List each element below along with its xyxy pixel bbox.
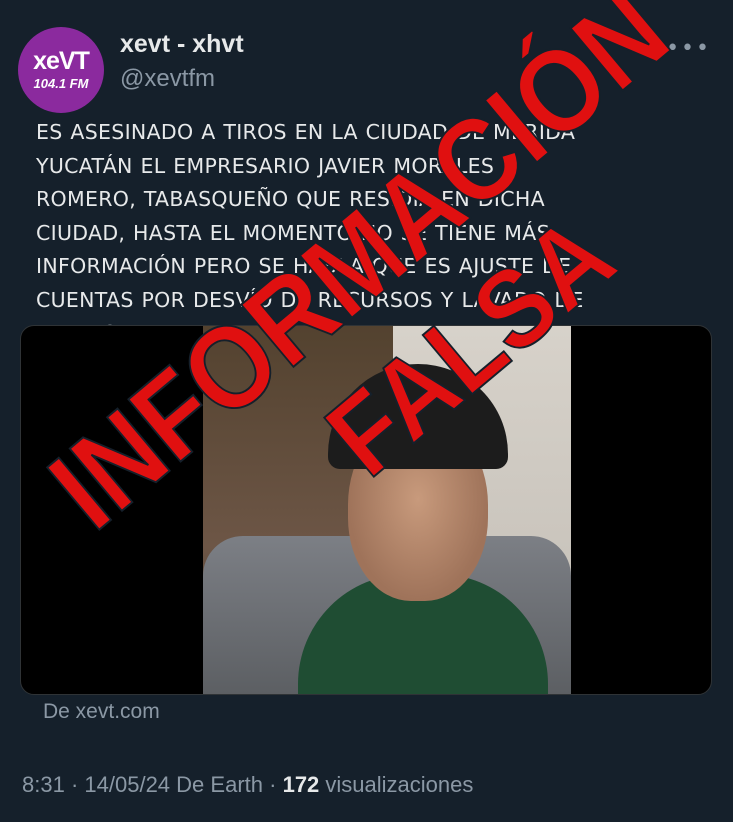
post-media[interactable]: [20, 325, 712, 695]
media-photo: [203, 326, 571, 694]
views-label: visualizaciones: [325, 772, 474, 797]
account-name[interactable]: xevt - xhvt: [120, 30, 244, 59]
post-time[interactable]: 8:31: [22, 772, 65, 797]
media-source-caption[interactable]: De xevt.com: [43, 700, 160, 724]
post-source: De Earth: [176, 772, 263, 797]
avatar-logo-frequency: 104.1 FM: [33, 76, 89, 91]
account-handle[interactable]: @xevtfm: [120, 65, 215, 93]
views-count: 172: [282, 772, 320, 797]
avatar-logo-main: xeVT: [33, 47, 90, 75]
post-date[interactable]: 14/05/24: [84, 772, 170, 797]
more-icon[interactable]: •••: [666, 36, 711, 61]
post-meta: 8:31 · 14/05/24 De Earth · 172 visualiza…: [22, 772, 474, 797]
post-text: ES ASESINADO A TIROS EN LA CIUDAD DE MÉR…: [36, 120, 584, 345]
avatar[interactable]: xeVT 104.1 FM: [18, 27, 104, 113]
